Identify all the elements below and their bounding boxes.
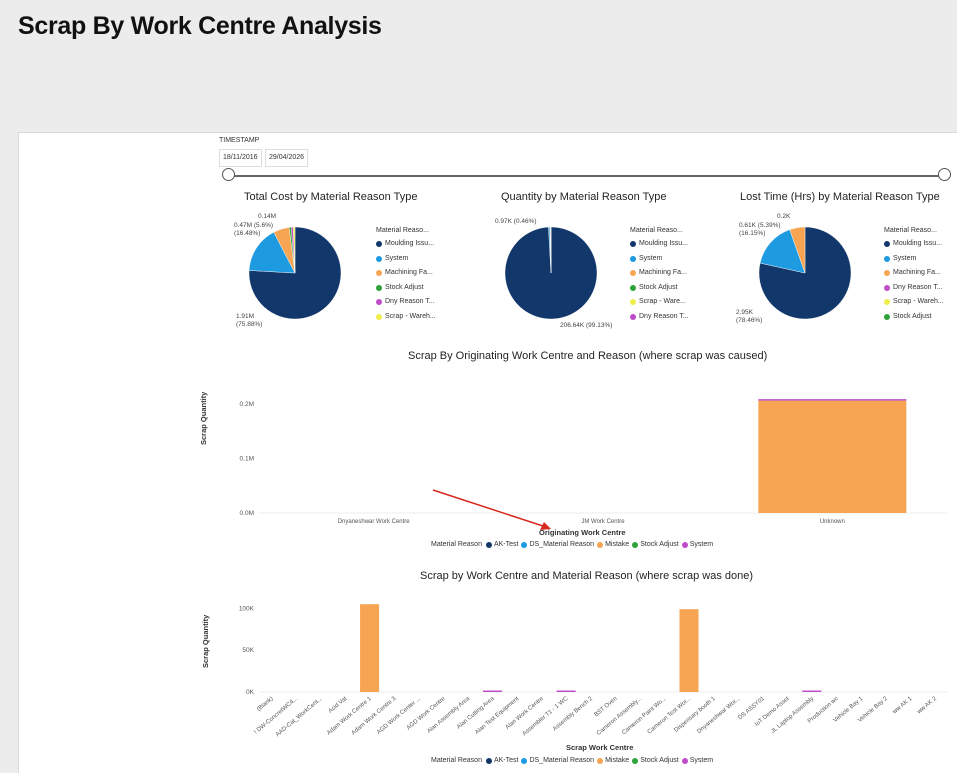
x-tick-label: (Blank) bbox=[256, 696, 274, 713]
done-chart-title: Scrap by Work Centre and Material Reason… bbox=[420, 570, 753, 582]
y-tick-label: 50K bbox=[242, 647, 254, 654]
x-tick-label: Acid Vat bbox=[328, 696, 349, 715]
legend-label: DS_Material Reason bbox=[529, 757, 594, 764]
done-y-axis-title: Scrap Quantity bbox=[201, 615, 210, 668]
legend-item-ak-test[interactable]: AK-Test bbox=[486, 757, 519, 764]
bar-system[interactable] bbox=[483, 691, 502, 693]
legend-marker bbox=[597, 758, 603, 764]
legend-item-system[interactable]: System bbox=[682, 757, 713, 764]
bar-mistake[interactable] bbox=[360, 604, 379, 692]
legend-label: System bbox=[690, 757, 713, 764]
bar-system[interactable] bbox=[802, 691, 821, 693]
x-tick-label: ww AK 2 bbox=[916, 696, 939, 716]
legend-item-ds-material-reason[interactable]: DS_Material Reason bbox=[521, 757, 594, 764]
legend-label: AK-Test bbox=[494, 757, 519, 764]
bar-system[interactable] bbox=[557, 691, 576, 693]
done-bar-chart[interactable]: 0K50K100K(Blank)! DW-ConcretWC4...AAD-Ca… bbox=[209, 595, 949, 725]
legend-item-stock-adjust[interactable]: Stock Adjust bbox=[632, 757, 679, 764]
bar-mistake[interactable] bbox=[680, 609, 699, 692]
x-tick-label: BST Oven bbox=[594, 696, 619, 718]
y-tick-label: 100K bbox=[239, 605, 255, 612]
legend-marker bbox=[521, 758, 527, 764]
legend-marker bbox=[632, 758, 638, 764]
y-tick-label: 0K bbox=[246, 689, 255, 696]
legend-title: Material Reason bbox=[431, 757, 482, 764]
x-tick-label: ww AK 1 bbox=[891, 696, 914, 716]
legend-marker bbox=[486, 758, 492, 764]
done-x-axis-title: Scrap Work Centre bbox=[566, 743, 633, 752]
annotation-arrow bbox=[433, 490, 546, 527]
legend-item-mistake[interactable]: Mistake bbox=[597, 757, 629, 764]
legend-label: Stock Adjust bbox=[640, 757, 679, 764]
report-canvas: TIMESTAMP 18/11/2016 29/04/2026 Total Co… bbox=[18, 132, 957, 773]
done-legend: Material Reason AK-Test DS_Material Reaso… bbox=[431, 757, 713, 764]
legend-marker bbox=[682, 758, 688, 764]
legend-label: Mistake bbox=[605, 757, 629, 764]
page-title: Scrap By Work Centre Analysis bbox=[18, 12, 382, 41]
